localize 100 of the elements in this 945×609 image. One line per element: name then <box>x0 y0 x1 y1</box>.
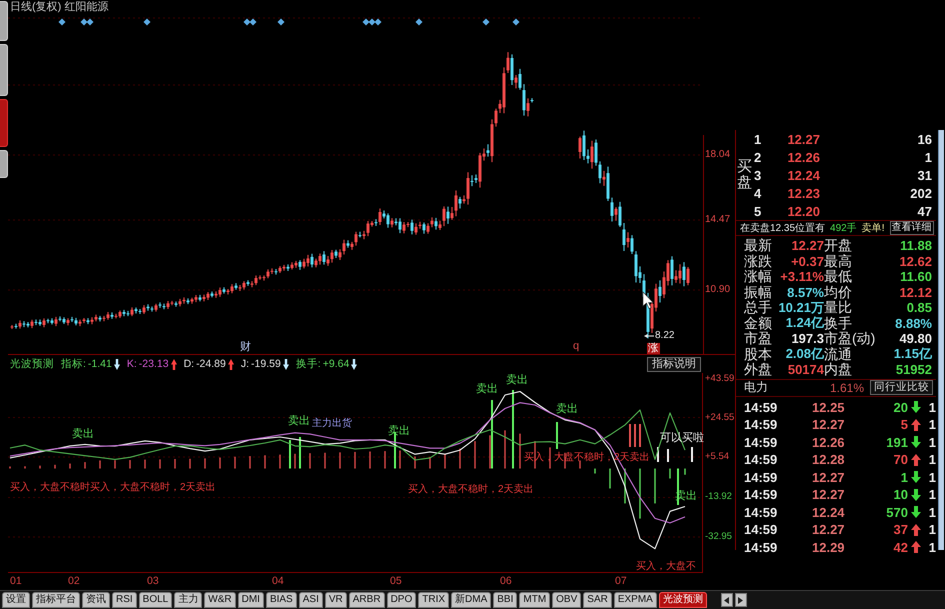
indicator-tab[interactable]: OBV <box>552 592 582 608</box>
tick-volume: 10 <box>892 487 908 502</box>
indicator-tab[interactable]: BBI <box>493 592 518 608</box>
caret-left-icon <box>724 596 730 604</box>
scroll-left-button[interactable] <box>720 593 733 607</box>
indicator-tab[interactable]: TRIX <box>418 592 450 608</box>
bid-volume: 47 <box>916 204 932 218</box>
tick-price: 12.25 <box>811 400 846 415</box>
indicator-tab[interactable]: 资讯 <box>82 592 110 608</box>
indicator-tab[interactable]: W&R <box>204 592 236 608</box>
signal-line <box>634 424 636 447</box>
tick-price: 12.27 <box>811 487 846 502</box>
compare-button[interactable]: 同行业比较 <box>870 380 933 395</box>
signal-line <box>657 447 659 462</box>
bid-volume: 16 <box>916 132 932 146</box>
indicator-tab[interactable]: BOLL <box>138 592 172 608</box>
signal-line <box>691 447 693 462</box>
indicator-tab[interactable]: ARBR <box>348 592 385 608</box>
bid-price: 12.26 <box>786 150 820 164</box>
quote-label: 外盘 <box>744 362 773 378</box>
readout-label: J: <box>240 358 250 370</box>
readout-label: 换手: <box>296 357 321 371</box>
indicator-tab[interactable]: SAR <box>583 592 612 608</box>
indicator-tab[interactable]: EXPMA <box>614 592 657 608</box>
indicator-tab[interactable]: 指标平台 <box>32 592 80 608</box>
event-marker-label: q <box>573 340 580 353</box>
indicator-tab[interactable]: 光波预测 <box>658 592 707 608</box>
readout-value: -19.59 <box>251 358 281 370</box>
table-cell-text: 1 <box>928 452 936 468</box>
quote-value: 197.3 <box>790 331 824 346</box>
notice-volume: 492手 <box>830 222 857 235</box>
diamond-marker-icon <box>482 18 490 26</box>
diamond-marker-icon <box>278 18 284 26</box>
signal-line <box>629 424 631 447</box>
tick-time: 14:59 <box>744 434 778 450</box>
quote-label: 内盘 <box>824 362 853 378</box>
indicator-tab[interactable]: DMI <box>238 592 264 608</box>
leader-line <box>644 334 654 338</box>
quote-label: 换手 <box>824 316 853 331</box>
quote-value: 8.88% <box>894 316 932 331</box>
sell-order-label: 卖单! <box>862 222 884 235</box>
quote-value: 1.15亿 <box>892 345 932 364</box>
tick-time: 14:59 <box>744 522 778 538</box>
bid-price: 12.24 <box>786 168 820 182</box>
tick-price: 12.26 <box>811 434 846 450</box>
bid-price: 12.23 <box>786 186 820 200</box>
indicator-axis-label: -32.95 <box>705 531 732 543</box>
quote-label: 振幅 <box>744 284 773 300</box>
tick-volume: 20 <box>892 400 908 415</box>
quote-label: 流通 <box>824 346 852 362</box>
indicator-tab[interactable]: DPO <box>386 592 416 608</box>
quote-label: 股本 <box>744 346 773 362</box>
sell-signal-label: 卖出 <box>288 415 310 428</box>
indicator-tab[interactable]: 设置 <box>2 592 30 608</box>
bid-price: 12.27 <box>786 132 820 146</box>
quote-value: 49.80 <box>898 331 932 346</box>
signal-line <box>667 449 669 462</box>
quote-value: 11.60 <box>899 269 932 284</box>
bid-volume: 1 <box>924 150 932 164</box>
readout-label: K: <box>126 358 137 370</box>
date-label: 02 <box>68 575 80 588</box>
date-label: 04 <box>272 575 284 588</box>
quote-value: 12.62 <box>898 254 932 269</box>
bid-price: 12.20 <box>786 204 820 218</box>
details-link[interactable]: 查看详细 <box>890 221 934 235</box>
indicator-name: 光波预测 <box>10 357 54 371</box>
side-tab[interactable] <box>0 99 8 147</box>
indicator-help-button[interactable]: 指标说明 <box>647 356 701 372</box>
tick-volume: 1 <box>900 470 908 485</box>
tick-time: 14:59 <box>744 400 778 415</box>
indicator-tab[interactable]: 主力 <box>174 592 202 608</box>
indicator-tab[interactable]: ASI <box>298 592 323 608</box>
date-label: 05 <box>390 575 402 588</box>
readout-value: -24.89 <box>196 358 226 370</box>
quote-value: 51952 <box>894 362 932 378</box>
quote-value: 12.27 <box>790 238 824 254</box>
indicator-axis-label: -13.92 <box>705 491 732 503</box>
low-price-label: 8.22 <box>655 330 674 342</box>
tick-time: 14:59 <box>744 487 778 502</box>
tick-time: 14:59 <box>744 504 778 520</box>
level-number: 3 <box>754 168 762 182</box>
indicator-tab[interactable]: VR <box>324 592 347 608</box>
tick-price: 12.27 <box>811 522 846 538</box>
bid-volume: 202 <box>909 186 932 200</box>
sell-signal-label: 卖出 <box>72 428 94 441</box>
indicator-axis-label: +5.54 <box>705 451 730 463</box>
scrollbar[interactable] <box>938 130 944 550</box>
tick-volume: 37 <box>892 522 908 538</box>
scroll-right-button[interactable] <box>734 593 747 607</box>
readout-label: 指标: <box>61 357 86 371</box>
sell-signal-label: 卖出 <box>506 374 528 387</box>
indicator-tab[interactable]: 新DMA <box>451 592 492 608</box>
quote-label: 金额 <box>744 316 773 331</box>
indicator-tab[interactable]: BIAS <box>266 592 297 608</box>
indicator-tab[interactable]: MTM <box>519 592 550 608</box>
level-number: 5 <box>754 204 762 218</box>
quote-value: 2.08亿 <box>784 345 824 364</box>
readout-value: -1.41 <box>88 358 112 370</box>
indicator-tab[interactable]: RSI <box>112 592 137 608</box>
date-label: 07 <box>615 575 627 588</box>
